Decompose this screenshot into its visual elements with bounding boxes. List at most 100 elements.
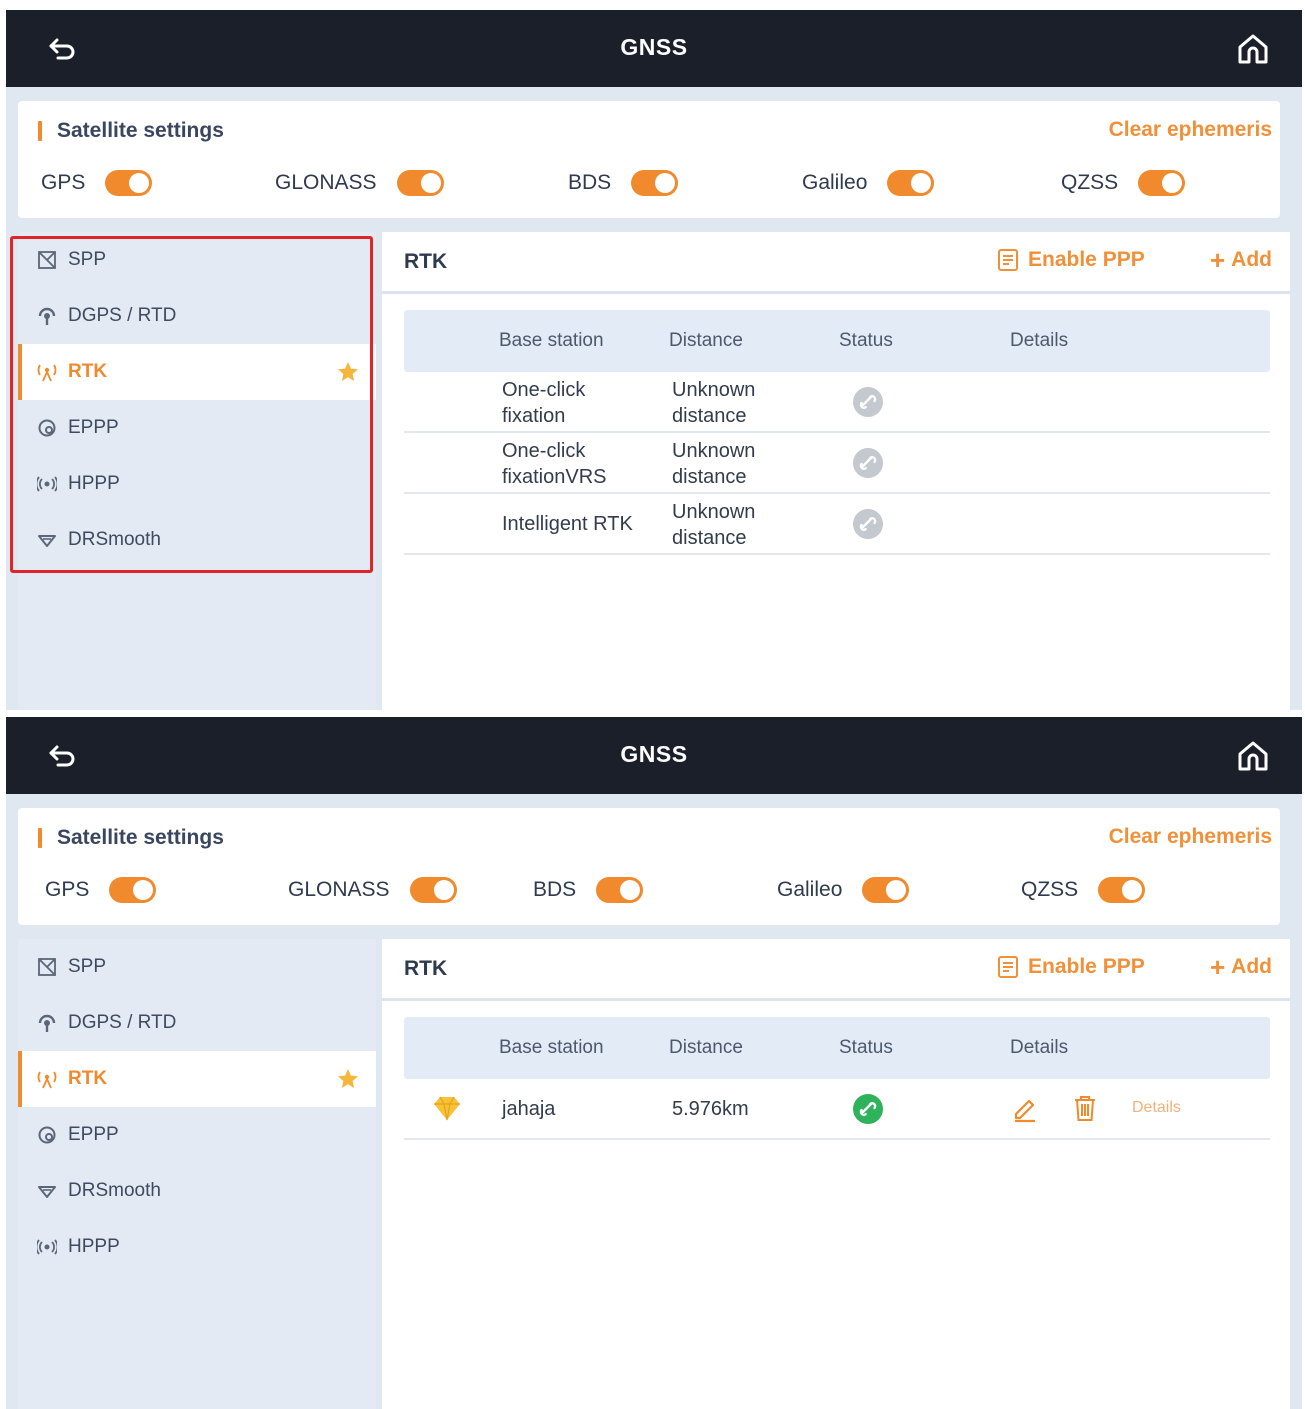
table-row[interactable]: Intelligent RTK Unknown distance	[404, 494, 1270, 555]
gnss-screen-before: GNSS Satellite settings Clear ephemeris …	[6, 10, 1302, 710]
add-button[interactable]: + Add	[1209, 952, 1272, 982]
sidebar-item-label: RTK	[68, 361, 108, 382]
toggle-galileo: Galileo	[777, 872, 910, 908]
distance-value: 5.976km	[672, 1098, 749, 1120]
add-button[interactable]: + Add	[1210, 247, 1272, 273]
table-row[interactable]: One-click fixationVRS Unknown distance	[404, 433, 1270, 494]
clear-ephemeris-button[interactable]: Clear ephemeris	[1109, 118, 1272, 142]
column-header: Distance	[669, 1037, 743, 1058]
signal-icon	[36, 473, 58, 495]
toggle-gps: GPS	[41, 165, 153, 201]
gps-switch[interactable]	[109, 877, 157, 903]
top-bar: GNSS	[6, 717, 1302, 794]
page-title: GNSS	[620, 741, 688, 767]
column-header: Details	[1010, 330, 1069, 351]
add-label: Add	[1231, 248, 1272, 271]
page-title: GNSS	[620, 34, 688, 60]
home-icon[interactable]	[1234, 30, 1272, 68]
clear-ephemeris-button[interactable]: Clear ephemeris	[1109, 825, 1272, 849]
sidebar-item-eppp[interactable]: EPPP	[18, 1107, 376, 1163]
antenna-icon	[36, 1012, 58, 1034]
mode-sidebar: SPP DGPS / RTD RTK EPPP HPPP DRSmooth	[18, 232, 376, 710]
table-row[interactable]: One-click fixation Unknown distance	[404, 372, 1270, 433]
base-station-table: Base station Distance Status Details jah…	[404, 1017, 1270, 1140]
accent-bar	[38, 828, 42, 848]
toggle-label: Galileo	[777, 878, 843, 901]
sidebar-item-label: HPPP	[68, 1236, 120, 1257]
toggle-label: GLONASS	[275, 171, 377, 194]
toggle-label: BDS	[568, 171, 612, 194]
document-icon	[998, 956, 1018, 978]
sidebar-item-rtk[interactable]: RTK	[18, 344, 376, 400]
mode-sidebar: SPP DGPS / RTD RTK EPPP DRSmooth HPPP	[18, 939, 376, 1409]
toggle-glonass: GLONASS	[275, 165, 444, 201]
toggle-label: QZSS	[1061, 171, 1119, 194]
enable-ppp-button[interactable]: Enable PPP	[996, 248, 1145, 272]
edit-icon[interactable]	[1010, 1093, 1040, 1123]
bds-switch[interactable]	[631, 170, 679, 196]
sidebar-item-label: DGPS / RTD	[68, 1012, 177, 1033]
toggle-label: GLONASS	[288, 878, 390, 901]
sidebar-item-dgps-rtd[interactable]: DGPS / RTD	[18, 995, 376, 1051]
sidebar-item-label: SPP	[68, 249, 107, 270]
toggle-label: GPS	[41, 171, 86, 194]
section-title: Satellite settings	[38, 119, 224, 143]
column-header: Status	[839, 330, 893, 351]
sidebar-item-hppp[interactable]: HPPP	[18, 1219, 376, 1275]
satellite-settings-label: Satellite settings	[57, 119, 224, 142]
bds-switch[interactable]	[596, 877, 644, 903]
toggle-bds: BDS	[533, 872, 644, 908]
distance-value: Unknown distance	[672, 501, 756, 549]
sidebar-item-spp[interactable]: SPP	[18, 939, 376, 995]
gps-switch[interactable]	[105, 170, 153, 196]
table-header: Base station Distance Status Details	[404, 1017, 1270, 1079]
satellite-settings-card: Satellite settings Clear ephemeris GPS G…	[18, 101, 1280, 218]
toggle-glonass: GLONASS	[288, 872, 457, 908]
table-header: Base station Distance Status Details	[404, 310, 1270, 372]
constellation-toggles: GPS GLONASS BDS Galileo QZSS	[18, 872, 1280, 908]
glonass-switch[interactable]	[396, 170, 444, 196]
section-title: Satellite settings	[38, 826, 224, 850]
star-icon[interactable]	[336, 360, 360, 384]
home-icon[interactable]	[1234, 737, 1272, 775]
sidebar-item-rtk[interactable]: RTK	[18, 1051, 376, 1107]
glonass-switch[interactable]	[409, 877, 457, 903]
details-link[interactable]: Details	[1132, 1099, 1181, 1117]
document-icon	[998, 249, 1018, 271]
qzss-switch[interactable]	[1138, 170, 1186, 196]
sidebar-item-drsmooth[interactable]: DRSmooth	[18, 1163, 376, 1219]
sidebar-item-label: EPPP	[68, 1124, 119, 1145]
galileo-switch[interactable]	[887, 170, 935, 196]
panel-header: RTK Enable PPP + Add	[382, 939, 1290, 1001]
enable-ppp-button[interactable]: Enable PPP	[996, 955, 1145, 979]
satellite-icon	[36, 249, 58, 271]
column-header: Distance	[669, 330, 743, 351]
toggle-label: BDS	[533, 878, 577, 901]
panel-header: RTK Enable PPP + Add	[382, 232, 1290, 294]
diamond-icon	[434, 1096, 460, 1121]
toggle-label: QZSS	[1021, 878, 1079, 901]
sidebar-item-hppp[interactable]: HPPP	[18, 456, 376, 512]
qzss-switch[interactable]	[1098, 877, 1146, 903]
sidebar-item-drsmooth[interactable]: DRSmooth	[18, 512, 376, 568]
sidebar-item-eppp[interactable]: EPPP	[18, 400, 376, 456]
galileo-switch[interactable]	[862, 877, 910, 903]
lower-area: SPP DGPS / RTD RTK EPPP HPPP DRSmooth RT…	[18, 232, 1290, 710]
constellation-toggles: GPS GLONASS BDS Galileo QZSS	[18, 165, 1280, 201]
link-disconnected-icon	[853, 448, 883, 478]
add-label: Add	[1231, 955, 1272, 978]
smooth-icon	[36, 1180, 58, 1202]
star-icon[interactable]	[336, 1067, 360, 1091]
sidebar-item-dgps-rtd[interactable]: DGPS / RTD	[18, 288, 376, 344]
sidebar-item-spp[interactable]: SPP	[18, 232, 376, 288]
table-row[interactable]: jahaja 5.976km Details	[404, 1079, 1270, 1140]
base-station-name: One-click fixation	[502, 379, 586, 427]
antenna-icon	[36, 305, 58, 327]
distance-value: Unknown distance	[672, 379, 756, 427]
lower-area: SPP DGPS / RTD RTK EPPP DRSmooth HPPP RT…	[18, 939, 1290, 1409]
radio-tower-icon	[36, 361, 58, 383]
toggle-qzss: QZSS	[1021, 872, 1146, 908]
trash-icon[interactable]	[1070, 1093, 1100, 1123]
plus-icon: +	[1209, 952, 1226, 982]
link-disconnected-icon	[853, 509, 883, 539]
